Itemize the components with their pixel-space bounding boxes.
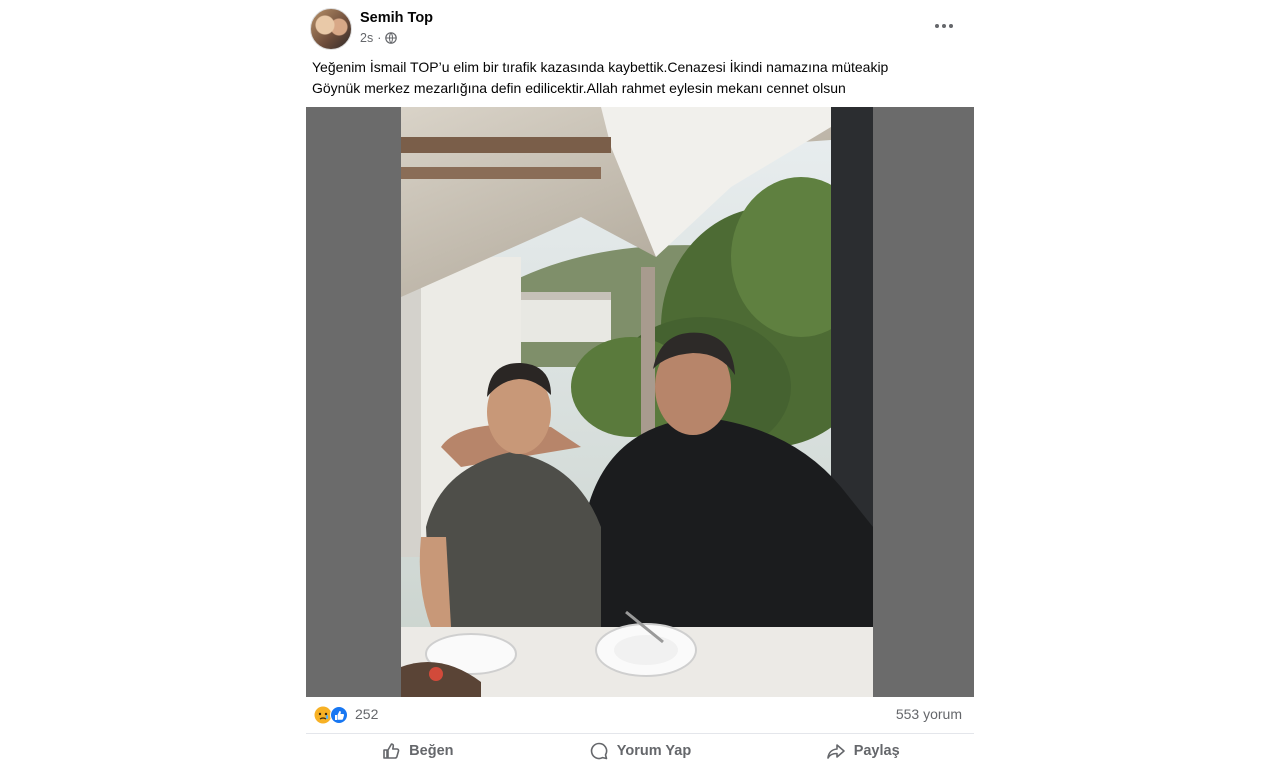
- share-label: Paylaş: [853, 743, 900, 759]
- share-button[interactable]: Paylaş: [751, 734, 974, 768]
- like-label: Beğen: [409, 743, 454, 759]
- post-meta: 2s ·: [360, 31, 398, 45]
- reaction-icons[interactable]: [314, 705, 350, 725]
- meta-separator: ·: [377, 31, 382, 45]
- post-card: Semih Top 2s · Yeğenim İsmail TOP’u elim…: [306, 0, 974, 768]
- comment-button[interactable]: Yorum Yap: [529, 734, 752, 768]
- like-reaction-icon: [330, 706, 348, 724]
- comment-icon: [590, 742, 608, 760]
- more-options-icon[interactable]: [928, 14, 960, 38]
- post-photo[interactable]: [401, 107, 873, 697]
- comment-label: Yorum Yap: [616, 743, 692, 759]
- globe-icon: [385, 32, 398, 44]
- post-caption: Yeğenim İsmail TOP’u elim bir tırafik ka…: [312, 57, 952, 99]
- author-avatar[interactable]: [310, 8, 352, 50]
- reactions-count[interactable]: 252: [355, 706, 378, 722]
- post-media[interactable]: [306, 107, 974, 697]
- author-name[interactable]: Semih Top: [360, 10, 433, 26]
- photo-illustration: [401, 107, 873, 697]
- sad-reaction-icon: [314, 706, 332, 724]
- share-icon: [826, 744, 845, 759]
- like-icon: [383, 743, 400, 759]
- caption-line: Yeğenim İsmail TOP’u elim bir tırafik ka…: [312, 59, 889, 75]
- like-button[interactable]: Beğen: [306, 734, 529, 768]
- post-time[interactable]: 2s: [360, 31, 373, 45]
- post-stats: 252 553 yorum: [306, 697, 974, 734]
- post-actions: Beğen Yorum Yap Paylaş: [306, 734, 974, 768]
- comments-count[interactable]: 553 yorum: [896, 706, 962, 722]
- caption-line: Göynük merkez mezarlığına defin edilicek…: [312, 80, 846, 96]
